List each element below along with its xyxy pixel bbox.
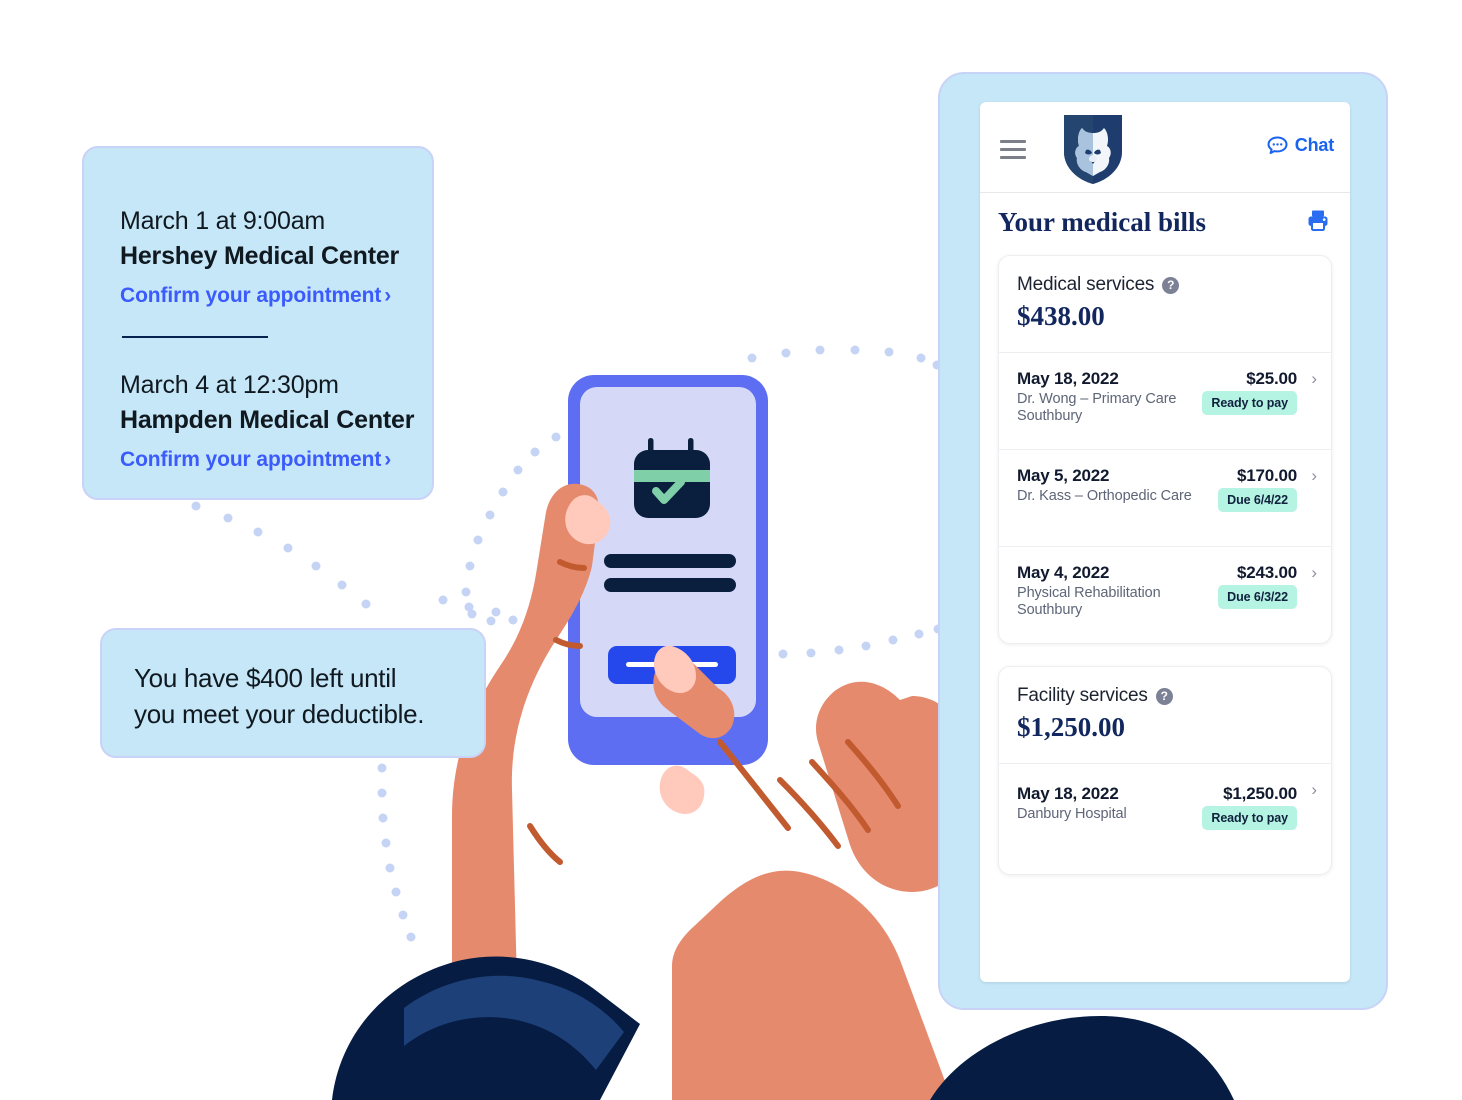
- bill-row-top: May 4, 2022 $243.00: [1017, 563, 1297, 583]
- chevron-right-icon: ›: [1311, 563, 1317, 582]
- bill-date: May 18, 2022: [1017, 369, 1119, 388]
- text-placeholder-bar: [604, 554, 736, 568]
- bill-amount: $170.00: [1236, 466, 1297, 485]
- appointment-datetime: March 1 at 9:00am: [120, 207, 326, 235]
- help-icon[interactable]: ?: [1162, 276, 1180, 294]
- chat-button[interactable]: Chat: [1267, 135, 1334, 156]
- bill-date: May 18, 2022: [1017, 784, 1119, 803]
- bill-provider: Physical Rehabilitation Southbury: [1017, 585, 1161, 618]
- appointment-location: Hampden Medical Center: [120, 406, 415, 434]
- app-header: Chat: [980, 102, 1350, 193]
- status-badge: Ready to pay: [1202, 391, 1297, 415]
- callout-divider: [122, 336, 268, 338]
- help-icon[interactable]: ?: [1155, 687, 1173, 705]
- bill-row-bottom: Physical Rehabilitation Southbury Due 6/…: [1017, 585, 1297, 619]
- deductible-message-line1: You have $400 left until: [134, 663, 397, 693]
- confirm-appointment-link[interactable]: Confirm your appointment ›: [120, 282, 391, 310]
- appointment-location: Hershey Medical Center: [120, 242, 400, 270]
- bill-date: May 4, 2022: [1017, 563, 1110, 582]
- bill-group-label-row: Facility services ?: [1017, 685, 1313, 707]
- bill-row-top: May 18, 2022 $1,250.00: [1017, 784, 1297, 804]
- confirm-appointment-label: Confirm your appointment: [120, 284, 382, 307]
- chevron-right-icon: ›: [384, 448, 392, 471]
- bill-row-top: May 18, 2022 $25.00: [1017, 369, 1297, 389]
- bill-group-total: $1,250.00: [1017, 712, 1125, 742]
- page-title: Your medical bills: [998, 207, 1207, 237]
- bill-group-label: Facility services: [1017, 685, 1148, 706]
- bill-group-card-medical-services: Medical services ? $438.00 May 18, 2022 …: [998, 255, 1332, 644]
- bill-amount: $25.00: [1246, 369, 1297, 388]
- bill-group-card-facility-services: Facility services ? $1,250.00 May 18, 20…: [998, 666, 1332, 875]
- confirm-appointment-label: Confirm your appointment: [120, 448, 382, 471]
- bill-row-bottom: Dr. Kass – Orthopedic Care Due 6/4/22: [1017, 488, 1297, 512]
- chevron-right-icon: ›: [1311, 466, 1317, 485]
- infographic-canvas: March 1 at 9:00am Hershey Medical Center…: [0, 0, 1462, 1100]
- bill-date: May 5, 2022: [1017, 466, 1110, 485]
- phone-screen: Chat Your medical bills Medical services: [980, 102, 1350, 982]
- bill-provider: Danbury Hospital: [1017, 806, 1127, 822]
- bill-group-header: Medical services ? $438.00: [999, 256, 1331, 353]
- chat-label: Chat: [1294, 135, 1334, 155]
- hamburger-menu-icon[interactable]: [1000, 140, 1026, 164]
- appointment-item: March 1 at 9:00am Hershey Medical Center…: [120, 204, 432, 310]
- bill-group-label-row: Medical services ?: [1017, 274, 1313, 296]
- chat-bubble-icon: [1267, 136, 1288, 154]
- bill-row[interactable]: May 18, 2022 $1,250.00 Danbury Hospital …: [999, 764, 1331, 874]
- bill-group-label: Medical services: [1017, 274, 1155, 295]
- printer-icon[interactable]: [1306, 209, 1330, 232]
- deductible-callout: You have $400 left until you meet your d…: [100, 628, 486, 758]
- phone-mockup-frame: Chat Your medical bills Medical services: [938, 72, 1388, 1010]
- chevron-right-icon: ›: [1311, 780, 1317, 799]
- chevron-right-icon: ›: [1311, 369, 1317, 388]
- bill-row[interactable]: May 18, 2022 $25.00 Dr. Wong – Primary C…: [999, 353, 1331, 450]
- bill-row-bottom: Danbury Hospital Ready to pay: [1017, 806, 1297, 830]
- bill-provider: Dr. Wong – Primary Care Southbury: [1017, 391, 1177, 424]
- deductible-message-line2: you meet your deductible.: [134, 699, 425, 729]
- bills-title-row: Your medical bills: [980, 193, 1350, 255]
- status-badge: Due 6/4/22: [1218, 488, 1297, 512]
- bill-amount: $1,250.00: [1223, 784, 1297, 803]
- penn-state-nittany-lion-shield-logo[interactable]: [1062, 112, 1124, 186]
- bill-provider: Dr. Kass – Orthopedic Care: [1017, 488, 1192, 504]
- bill-group-header: Facility services ? $1,250.00: [999, 667, 1331, 764]
- bill-row[interactable]: May 4, 2022 $243.00 Physical Rehabilitat…: [999, 547, 1331, 643]
- bill-group-total: $438.00: [1017, 301, 1105, 331]
- appointment-datetime: March 4 at 12:30pm: [120, 371, 339, 399]
- status-badge: Ready to pay: [1202, 806, 1297, 830]
- bill-row-bottom: Dr. Wong – Primary Care Southbury Ready …: [1017, 391, 1297, 425]
- bill-row[interactable]: May 5, 2022 $170.00 Dr. Kass – Orthopedi…: [999, 450, 1331, 547]
- status-badge: Due 6/3/22: [1218, 585, 1297, 609]
- text-placeholder-bar: [604, 578, 736, 592]
- chevron-right-icon: ›: [384, 284, 392, 307]
- appointments-callout: March 1 at 9:00am Hershey Medical Center…: [82, 146, 434, 500]
- appointment-item: March 4 at 12:30pm Hampden Medical Cente…: [120, 368, 432, 474]
- bill-row-top: May 5, 2022 $170.00: [1017, 466, 1297, 486]
- bill-amount: $243.00: [1236, 563, 1297, 582]
- confirm-appointment-link[interactable]: Confirm your appointment ›: [120, 446, 391, 474]
